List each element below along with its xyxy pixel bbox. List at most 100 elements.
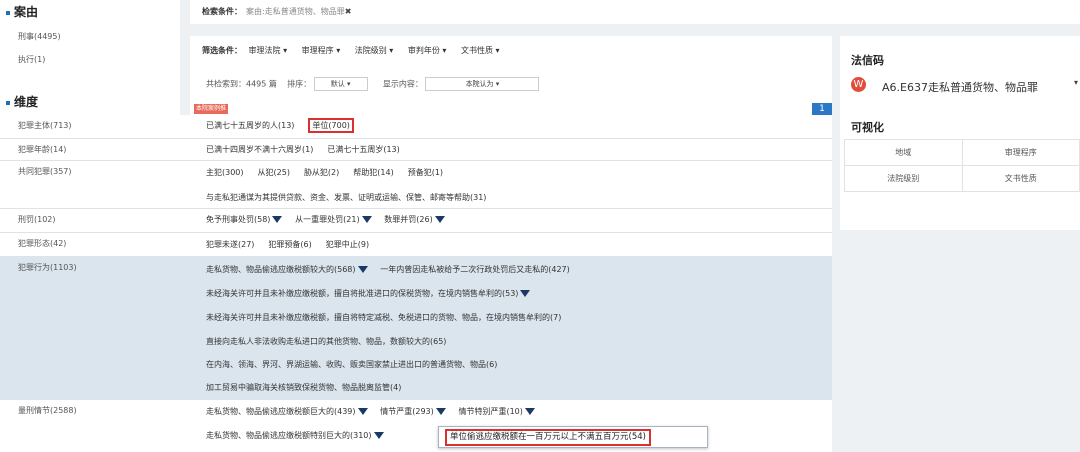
- recommend-tag[interactable]: 本院案例推荐: [194, 104, 228, 122]
- option-line: 已满七十五周岁的人(13) 单位(700): [206, 118, 358, 133]
- triangle-down-icon[interactable]: [520, 290, 531, 297]
- category-panel: 案由 刑事(4495) 执行(1) 维度: [0, 0, 180, 115]
- option-line: 已满十四周岁不满十六周岁(1) 已满七十五周岁(13): [206, 144, 414, 155]
- filter-label: 筛选条件：: [202, 46, 242, 55]
- dim-label[interactable]: 犯罪主体(713): [18, 120, 72, 131]
- option-item[interactable]: 从犯(25): [258, 168, 290, 177]
- dim-row-form: 犯罪形态(42): [0, 233, 832, 257]
- option-item[interactable]: 走私货物、物品偷逃应缴税额巨大的(439): [206, 407, 356, 416]
- option-item[interactable]: 加工贸易中骗取海关核销致保税货物、物品脱离监管(4): [206, 383, 401, 392]
- triangle-down-icon[interactable]: [272, 216, 283, 223]
- search-condition-value: 案由:走私普通货物、物品罪✖: [246, 7, 352, 16]
- option-line: 走私货物、物品偷逃应缴税额特别巨大的(310): [206, 430, 384, 441]
- search-condition-bar: 检索条件： 案由:走私普通货物、物品罪✖: [190, 0, 1080, 24]
- option-item[interactable]: 犯罪未遂(27): [206, 240, 254, 249]
- option-line: 犯罪未遂(27) 犯罪预备(6) 犯罪中止(9): [206, 239, 383, 250]
- option-line: 加工贸易中骗取海关核销致保税货物、物品脱离监管(4): [206, 382, 401, 393]
- option-item[interactable]: 走私货物、物品偷逃应缴税额特别巨大的(310): [206, 431, 372, 440]
- option-item[interactable]: 一年内曾因走私被给予二次行政处罚后又走私的(427): [380, 265, 570, 274]
- dim-row-age: 犯罪年龄(14): [0, 139, 832, 161]
- option-item[interactable]: 未经海关许可并且未补缴应缴税额，擅自将批准进口的保税货物，在境内销售牟利的(53…: [206, 289, 518, 298]
- option-item[interactable]: 情节严重(293): [380, 407, 434, 416]
- sub-option-popup: 单位偷逃应缴税额在一百万元以上不满五百万元(54): [438, 426, 708, 448]
- dim-label[interactable]: 犯罪年龄(14): [18, 144, 66, 155]
- case-title: 案由: [6, 3, 38, 20]
- option-item[interactable]: 已满七十五周岁的人(13): [206, 121, 294, 130]
- viz-doc-type[interactable]: 文书性质: [961, 165, 1080, 192]
- viz-procedure[interactable]: 审理程序: [961, 139, 1080, 166]
- option-item[interactable]: 情节特别严重(10): [458, 407, 522, 416]
- triangle-down-icon[interactable]: [357, 408, 368, 415]
- dimension-panel: 犯罪主体(713) 犯罪年龄(14) 共同犯罪(357) 刑罚(102) 犯罪形…: [0, 115, 832, 452]
- dim-label[interactable]: 量刑情节(2588): [18, 405, 77, 416]
- option-item[interactable]: 数罪并罚(26): [384, 215, 432, 224]
- option-line: 走私货物、物品偷逃应缴税额较大的(568) 一年内曾因走私被给予二次行政处罚后又…: [206, 264, 570, 275]
- option-line: 与走私犯通谋为其提供贷款、资金、发票、证明或运输、保管、邮寄等帮助(31): [206, 192, 500, 203]
- option-line: 未经海关许可并且未补缴应缴税额，擅自将批准进口的保税货物，在境内销售牟利的(53…: [206, 288, 531, 299]
- option-item[interactable]: 未经海关许可并且未补缴应缴税额，擅自将特定减税、免税进口的货物、物品，在境内销售…: [206, 313, 561, 322]
- option-line: 直接向走私人非法收购走私进口的其他货物、物品，数额较大的(65): [206, 336, 446, 347]
- triangle-down-icon[interactable]: [357, 266, 368, 273]
- option-item[interactable]: 从一重罪处罚(21): [295, 215, 359, 224]
- filter-bar: 筛选条件： 审理法院 ▾ 审理程序 ▾ 法院级别 ▾ 审判年份 ▾ 文书性质 ▾: [202, 45, 512, 56]
- option-item[interactable]: 已满七十五周岁(13): [327, 145, 399, 154]
- dim-label[interactable]: 共同犯罪(357): [18, 166, 72, 177]
- option-item[interactable]: 直接向走私人非法收购走私进口的其他货物、物品，数额较大的(65): [206, 337, 446, 346]
- triangle-down-icon[interactable]: [373, 432, 384, 439]
- option-line: 未经海关许可并且未补缴应缴税额，擅自将特定减税、免税进口的货物、物品，在境内销售…: [206, 312, 561, 323]
- option-item[interactable]: 预备犯(1): [408, 168, 443, 177]
- filter-area: 筛选条件： 审理法院 ▾ 审理程序 ▾ 法院级别 ▾ 审判年份 ▾ 文书性质 ▾…: [190, 36, 832, 122]
- triangle-down-icon[interactable]: [524, 408, 535, 415]
- option-item[interactable]: 走私货物、物品偷逃应缴税额较大的(568): [206, 265, 356, 274]
- visualization-title: 可视化: [851, 121, 884, 134]
- option-item[interactable]: 已满十四周岁不满十六周岁(1): [206, 145, 313, 154]
- dim-label[interactable]: 犯罪行为(1103): [18, 262, 77, 273]
- dim-row-behavior: 犯罪行为(1103): [0, 257, 832, 400]
- bullet-icon: [6, 10, 10, 15]
- triangle-down-icon[interactable]: [361, 216, 372, 223]
- option-item[interactable]: 主犯(300): [206, 168, 244, 177]
- filter-court-level[interactable]: 法院级别 ▾: [355, 46, 394, 55]
- fxm-title: 法信码: [851, 54, 884, 67]
- option-line: 走私货物、物品偷逃应缴税额巨大的(439) 情节严重(293) 情节特别严重(1…: [206, 406, 535, 417]
- filter-year[interactable]: 审判年份 ▾: [408, 46, 447, 55]
- sort-select[interactable]: 默认 ▾: [313, 77, 368, 91]
- option-line: 免予刑事处罚(58) 从一重罪处罚(21) 数罪并罚(26): [206, 214, 445, 225]
- triangle-down-icon[interactable]: [434, 216, 445, 223]
- dim-row-subject: 犯罪主体(713): [0, 115, 832, 139]
- chevron-down-icon[interactable]: ▾: [1074, 78, 1078, 87]
- option-line: 在内海、领海、界河、界湖运输、收购、贩卖国家禁止进出口的普通货物、物品(6): [206, 359, 497, 370]
- filter-procedure[interactable]: 审理程序 ▾: [302, 46, 341, 55]
- option-item[interactable]: 在内海、领海、界河、界湖运输、收购、贩卖国家禁止进出口的普通货物、物品(6): [206, 360, 497, 369]
- case-item-criminal[interactable]: 刑事(4495): [18, 31, 61, 42]
- visualization-table: 地域 审理程序 法院级别 文书性质: [844, 139, 1080, 192]
- option-item[interactable]: 胁从犯(2): [304, 168, 339, 177]
- triangle-down-icon[interactable]: [435, 408, 446, 415]
- bullet-icon: [6, 100, 10, 105]
- fxm-code[interactable]: A6.E637走私普通货物、物品罪: [882, 79, 1038, 95]
- option-item[interactable]: 帮助犯(14): [353, 168, 393, 177]
- option-item-highlighted[interactable]: 单位(700): [308, 118, 354, 133]
- option-item[interactable]: 犯罪中止(9): [326, 240, 369, 249]
- filter-court[interactable]: 审理法院 ▾: [249, 46, 288, 55]
- dim-label[interactable]: 犯罪形态(42): [18, 238, 66, 249]
- sub-option-item[interactable]: 单位偷逃应缴税额在一百万元以上不满五百万元(54): [445, 429, 651, 446]
- result-summary: 共检索到：4495 篇 排序： 默认 ▾ 显示内容： 本院认为 ▾: [206, 77, 540, 91]
- result-count: 共检索到：4495 篇: [206, 79, 277, 89]
- option-item[interactable]: 犯罪预备(6): [268, 240, 311, 249]
- search-condition-label: 检索条件：: [202, 7, 242, 16]
- viz-court-level[interactable]: 法院级别: [844, 165, 963, 192]
- display-select[interactable]: 本院认为 ▾: [425, 77, 540, 91]
- display-label: 显示内容：: [382, 79, 423, 89]
- option-line: 主犯(300) 从犯(25) 胁从犯(2) 帮助犯(14) 预备犯(1): [206, 167, 457, 178]
- dimension-title: 维度: [6, 93, 38, 110]
- option-item[interactable]: 与走私犯通谋为其提供贷款、资金、发票、证明或运输、保管、邮寄等帮助(31): [206, 193, 486, 202]
- fxm-logo-icon: W: [851, 77, 866, 92]
- option-item[interactable]: 免予刑事处罚(58): [206, 215, 270, 224]
- dim-label[interactable]: 刑罚(102): [18, 214, 56, 225]
- remove-condition-icon[interactable]: ✖: [345, 7, 352, 16]
- sort-label: 排序：: [287, 79, 312, 89]
- viz-region[interactable]: 地域: [844, 139, 963, 166]
- case-item-execution[interactable]: 执行(1): [18, 54, 45, 65]
- filter-doc-type[interactable]: 文书性质 ▾: [461, 46, 500, 55]
